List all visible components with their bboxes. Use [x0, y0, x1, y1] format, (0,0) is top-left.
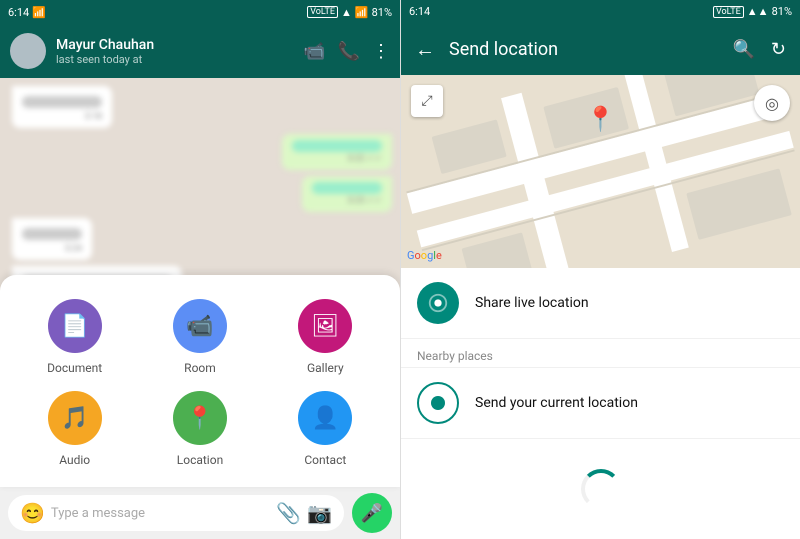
refresh-button[interactable]: ↻ — [771, 39, 786, 60]
right-time: 6:14 — [409, 5, 430, 18]
time-display: 6:14 — [8, 6, 29, 19]
nearby-places-label: Nearby places — [401, 339, 800, 368]
location-label: Location — [177, 453, 223, 467]
attach-item-gallery[interactable]: 🖼 Gallery — [298, 299, 352, 375]
msg-time-4: 3:24 — [22, 244, 82, 254]
chat-input-bar: 😊 Type a message 📎 📷 🎤 — [0, 487, 400, 539]
send-location-title: Send location — [449, 39, 718, 60]
location-options: Share live location Nearby places Send y… — [401, 268, 800, 539]
volte-badge: VoLTE — [307, 6, 338, 18]
loading-spinner-area — [401, 439, 800, 539]
map-pin: 📍 — [586, 105, 616, 133]
right-status-left: 6:14 — [409, 5, 430, 18]
document-icon-circle: 📄 — [48, 299, 102, 353]
share-live-location-text: Share live location — [475, 295, 589, 311]
google-logo: Google — [407, 249, 442, 262]
contact-name: Mayur Chauhan — [56, 37, 293, 53]
attach-menu: 📄 Document 📹 Room 🖼 Gallery 🎵 Audio 📍 Lo… — [0, 275, 400, 487]
msg-text-blur-4 — [22, 228, 82, 240]
room-label: Room — [184, 361, 216, 375]
search-button[interactable]: 🔍 — [732, 39, 754, 60]
received-message-2: 3:24 — [12, 218, 92, 260]
right-battery: 81% — [772, 5, 792, 18]
header-info: Mayur Chauhan last seen today at — [56, 37, 293, 66]
message-input-box[interactable]: 😊 Type a message 📎 📷 — [8, 495, 344, 531]
current-location-dot — [431, 396, 445, 410]
attach-item-room[interactable]: 📹 Room — [173, 299, 227, 375]
signal-icon: 📶 — [355, 6, 369, 19]
attach-item-contact[interactable]: 👤 Contact — [298, 391, 352, 467]
msg-time-2: 3:22 ✓✓ — [292, 154, 382, 164]
status-bar-left: 6:14 📶 — [8, 6, 46, 19]
msg-text-blur — [22, 96, 102, 108]
loading-spinner — [581, 469, 621, 509]
camera-icon[interactable]: 📷 — [307, 501, 332, 525]
right-panel: 6:14 VoLTE ▲▲ 81% ← Send location 🔍 ↻ — [400, 0, 800, 539]
send-location-header: ← Send location 🔍 ↻ — [401, 23, 800, 75]
notification-icons: 📶 — [32, 6, 46, 19]
contact-icon-circle: 👤 — [298, 391, 352, 445]
live-location-icon — [417, 282, 459, 324]
google-e-letter: e — [436, 249, 442, 262]
msg-time-1: 3:18 — [22, 112, 102, 122]
audio-icon-circle: 🎵 — [48, 391, 102, 445]
sent-message-2: 3:23 ✓✓ — [302, 176, 392, 212]
video-call-icon[interactable]: 📹 — [303, 41, 325, 62]
contact-label: Contact — [304, 453, 346, 467]
document-label: Document — [47, 361, 102, 375]
left-status-bar: 6:14 📶 VoLTE ▲ 📶 81% — [0, 0, 400, 24]
attach-item-document[interactable]: 📄 Document — [47, 299, 102, 375]
input-placeholder: Type a message — [51, 506, 270, 521]
received-message-1: 3:18 — [12, 86, 112, 128]
right-status-bar: 6:14 VoLTE ▲▲ 81% — [401, 0, 800, 23]
status-bar-right: VoLTE ▲ 📶 81% — [307, 6, 392, 19]
msg-text-blur-3 — [312, 182, 382, 194]
map-area[interactable]: 📍 ⤢ ◎ Google — [401, 75, 800, 268]
right-volte: VoLTE — [713, 6, 744, 18]
contact-status: last seen today at — [56, 53, 293, 66]
back-button[interactable]: ← — [415, 37, 435, 62]
send-current-location-row[interactable]: Send your current location — [401, 368, 800, 439]
mic-button[interactable]: 🎤 — [352, 493, 392, 533]
my-location-button[interactable]: ◎ — [754, 85, 790, 121]
right-status-right: VoLTE ▲▲ 81% — [713, 5, 792, 18]
header-action-icons: 🔍 ↻ — [732, 39, 786, 60]
voice-call-icon[interactable]: 📞 — [338, 41, 360, 62]
google-g-letter: G — [407, 249, 415, 262]
attach-item-location[interactable]: 📍 Location — [173, 391, 227, 467]
sent-message-1: 3:22 ✓✓ — [282, 134, 392, 170]
gallery-icon-circle: 🖼 — [298, 299, 352, 353]
current-location-text: Send your current location — [475, 395, 638, 411]
more-options-icon[interactable]: ⋮ — [372, 41, 390, 62]
msg-text-blur-2 — [292, 140, 382, 152]
map-expand-button[interactable]: ⤢ — [411, 85, 443, 117]
avatar — [10, 33, 46, 69]
battery-level: 81% — [372, 6, 392, 19]
paperclip-icon[interactable]: 📎 — [276, 501, 301, 525]
chat-header: Mayur Chauhan last seen today at 📹 📞 ⋮ — [0, 24, 400, 78]
right-signal: ▲▲ — [747, 5, 769, 18]
current-location-icon — [417, 382, 459, 424]
room-icon-circle: 📹 — [173, 299, 227, 353]
attach-grid: 📄 Document 📹 Room 🖼 Gallery 🎵 Audio 📍 Lo… — [20, 299, 380, 467]
wifi-icon: ▲ — [341, 6, 352, 19]
location-icon-circle: 📍 — [173, 391, 227, 445]
msg-time-3: 3:23 ✓✓ — [312, 196, 382, 206]
map-svg — [401, 75, 800, 268]
share-live-location-row[interactable]: Share live location — [401, 268, 800, 339]
emoji-icon[interactable]: 😊 — [20, 501, 45, 525]
live-location-svg — [427, 292, 449, 314]
gallery-label: Gallery — [307, 361, 344, 375]
audio-label: Audio — [59, 453, 90, 467]
attach-item-audio[interactable]: 🎵 Audio — [48, 391, 102, 467]
left-panel: 6:14 📶 VoLTE ▲ 📶 81% Mayur Chauhan last … — [0, 0, 400, 539]
header-actions: 📹 📞 ⋮ — [303, 41, 390, 62]
